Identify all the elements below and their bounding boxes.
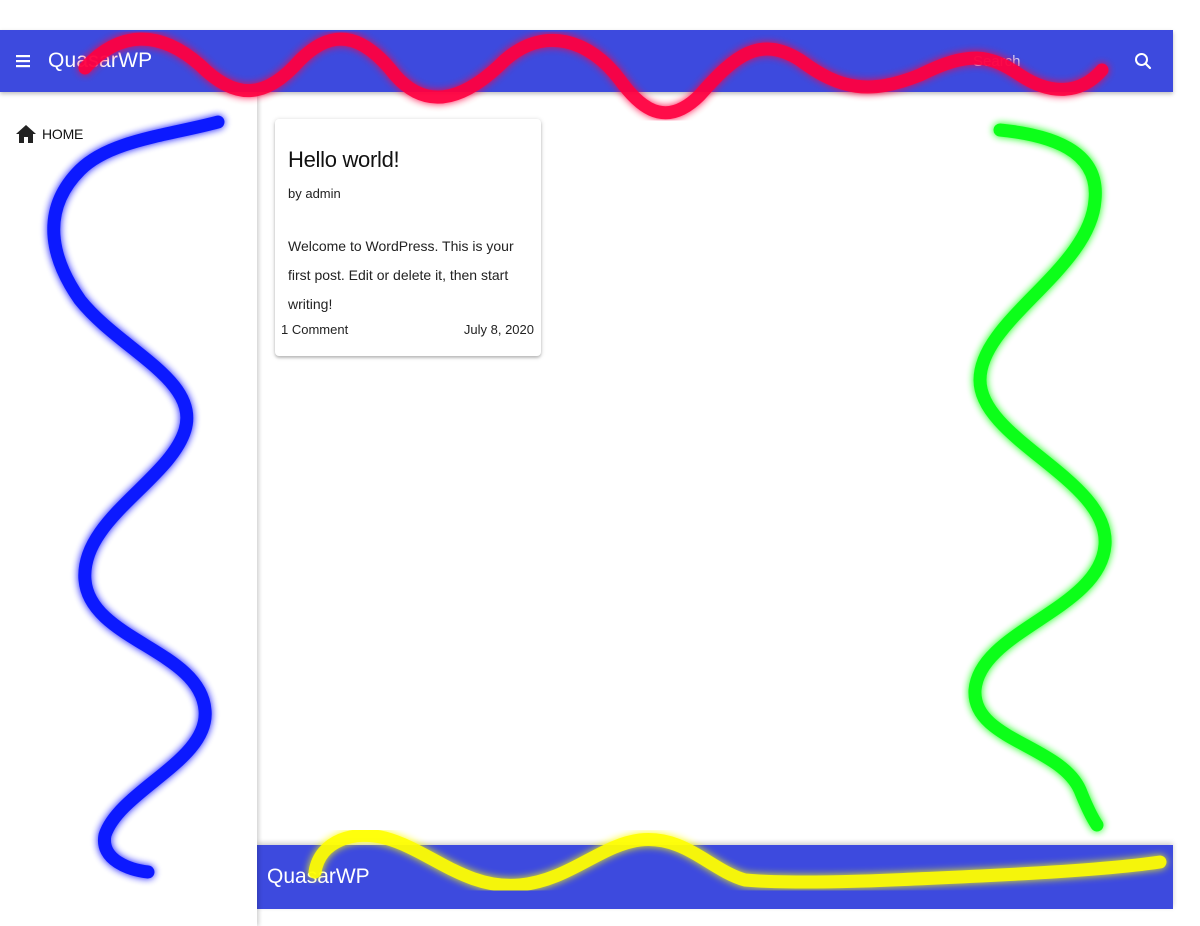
sidebar-drawer: HOME bbox=[0, 92, 257, 926]
post-author: by admin bbox=[288, 186, 341, 201]
search-bar bbox=[967, 30, 1173, 92]
menu-icon bbox=[16, 55, 30, 68]
sidebar-item-home[interactable]: HOME bbox=[14, 122, 83, 146]
post-date: July 8, 2020 bbox=[463, 322, 534, 337]
post-excerpt: Welcome to WordPress. This is your first… bbox=[288, 238, 514, 312]
search-input[interactable] bbox=[967, 46, 1119, 76]
main-content: Hello world! by admin Welcome to WordPre… bbox=[257, 92, 1173, 845]
sidebar-item-label: HOME bbox=[42, 126, 84, 142]
search-button[interactable] bbox=[1119, 37, 1167, 85]
app-footer: QuasarWP bbox=[257, 845, 1173, 909]
post-comments-link[interactable]: 1 Comment bbox=[281, 322, 348, 337]
post-title[interactable]: Hello world! bbox=[288, 147, 400, 173]
menu-button[interactable] bbox=[0, 37, 48, 85]
app-title[interactable]: QuasarWP bbox=[48, 49, 152, 73]
app-header: QuasarWP bbox=[0, 30, 1173, 92]
post-card: Hello world! by admin Welcome to WordPre… bbox=[275, 119, 541, 356]
search-icon bbox=[1135, 53, 1152, 70]
app-window: QuasarWP HOME Hello world! by admin Welc… bbox=[0, 0, 1200, 926]
home-icon bbox=[16, 125, 36, 143]
footer-title: QuasarWP bbox=[267, 865, 370, 888]
